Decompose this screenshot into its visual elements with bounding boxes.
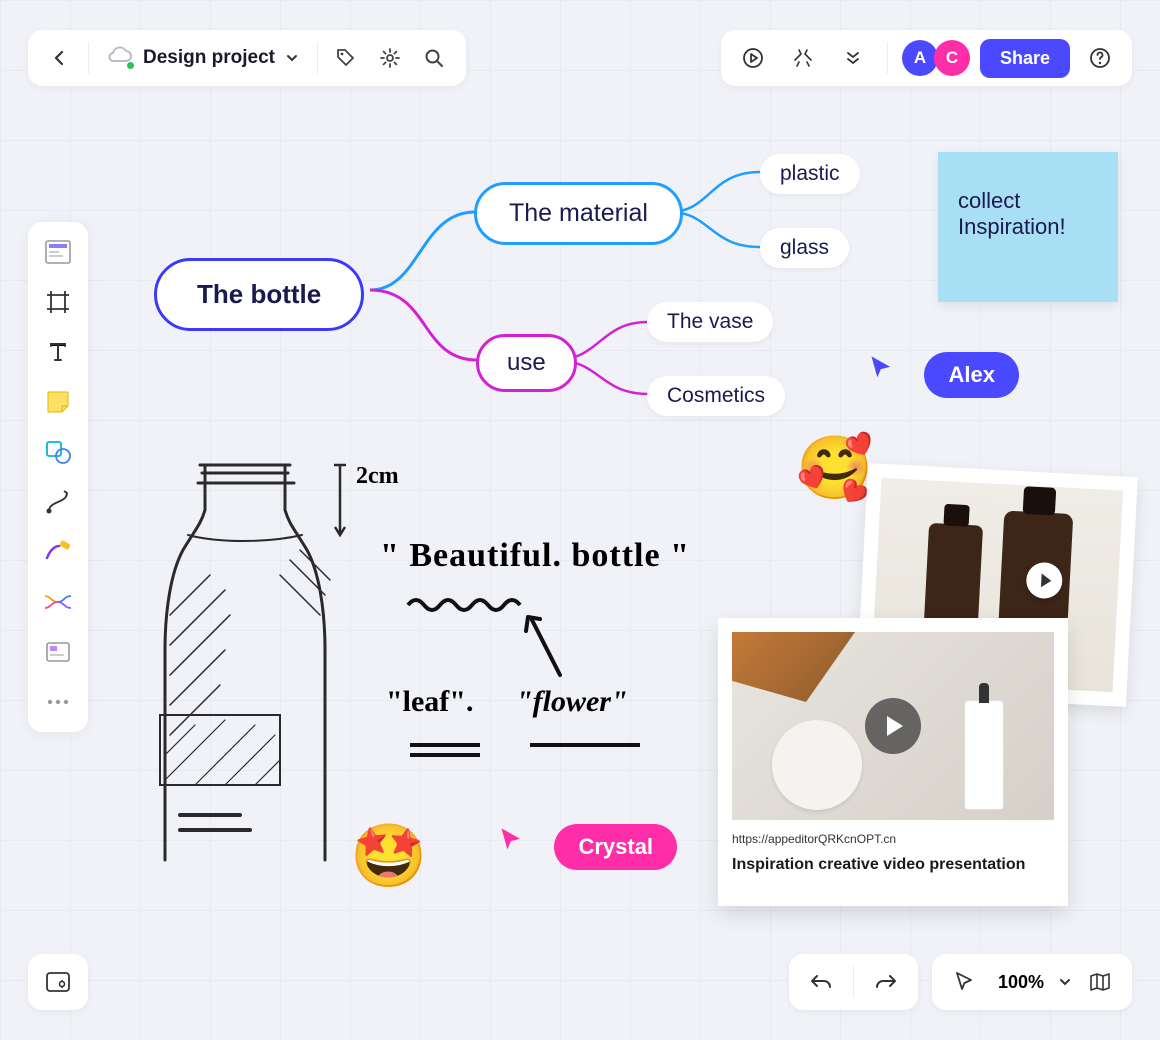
bottle-sketch — [140, 445, 700, 905]
more-tools[interactable] — [36, 680, 80, 724]
present-button[interactable] — [733, 38, 773, 78]
cursor-alex: Alex — [868, 352, 1019, 398]
divider — [88, 42, 89, 74]
mindmap-leaf-plastic[interactable]: plastic — [760, 154, 860, 194]
minimap-button[interactable] — [28, 954, 88, 1010]
avatar-c[interactable]: C — [934, 40, 970, 76]
cloud-icon — [107, 45, 133, 71]
sticky-note[interactable]: collect Inspiration! — [938, 152, 1118, 302]
search-button[interactable] — [414, 38, 454, 78]
frame-tool[interactable] — [36, 280, 80, 324]
tag-button[interactable] — [326, 38, 366, 78]
chevron-down-icon — [285, 51, 299, 65]
video-card[interactable]: https://appeditorQRKcnOPT.cn Inspiration… — [718, 618, 1068, 906]
card-tool[interactable] — [36, 630, 80, 674]
topbar-left: Design project — [28, 30, 466, 86]
mindmap-tool[interactable] — [36, 580, 80, 624]
mindmap-node-material[interactable]: The material — [474, 182, 683, 245]
project-title: Design project — [143, 47, 275, 69]
back-button[interactable] — [40, 38, 80, 78]
handwriting-flower: "flower" — [516, 685, 628, 719]
mindmap-root[interactable]: The bottle — [154, 258, 364, 331]
template-tool[interactable] — [36, 230, 80, 274]
connector-tool[interactable] — [36, 480, 80, 524]
cursor-icon — [868, 354, 896, 382]
help-button[interactable] — [1080, 38, 1120, 78]
video-card-url: https://appeditorQRKcnOPT.cn — [732, 832, 1054, 846]
video-card-title: Inspiration creative video presentation — [732, 856, 1054, 874]
mindmap-node-use[interactable]: use — [476, 334, 577, 392]
redo-button[interactable] — [866, 962, 906, 1002]
shape-tool[interactable] — [36, 430, 80, 474]
mindmap-leaf-vase[interactable]: The vase — [647, 302, 773, 342]
undo-button[interactable] — [801, 962, 841, 1002]
topbar-right: A C Share — [721, 30, 1132, 86]
avatar-a[interactable]: A — [902, 40, 938, 76]
chevron-down-icon[interactable] — [1058, 975, 1072, 989]
divider — [887, 42, 888, 74]
bottom-right-bar: 100% — [789, 954, 1132, 1010]
heart-eyes-emoji[interactable]: 🥰 — [796, 432, 873, 505]
pointer-tool[interactable] — [944, 962, 984, 1002]
sketch-area[interactable]: 2cm " Beautiful. bottle " "leaf". "flowe… — [140, 445, 700, 905]
divider — [317, 42, 318, 74]
cursor-label-alex: Alex — [924, 352, 1018, 398]
pen-tool[interactable] — [36, 530, 80, 574]
mindmap-leaf-cosmetics[interactable]: Cosmetics — [647, 376, 785, 416]
handwriting-beautiful: " Beautiful. bottle " — [380, 537, 690, 575]
mindmap-leaf-glass[interactable]: glass — [760, 228, 849, 268]
zoom-level[interactable]: 100% — [992, 972, 1050, 993]
text-tool[interactable] — [36, 330, 80, 374]
handwriting-leaf: "leaf". — [386, 685, 473, 719]
share-button[interactable]: Share — [980, 39, 1070, 78]
settings-button[interactable] — [370, 38, 410, 78]
toolbox — [28, 222, 88, 732]
sticky-note-tool[interactable] — [36, 380, 80, 424]
play-icon[interactable] — [865, 698, 921, 754]
more-menu-button[interactable] — [833, 38, 873, 78]
magic-button[interactable] — [783, 38, 823, 78]
dimension-label: 2cm — [356, 463, 399, 490]
video-card-media — [732, 632, 1054, 820]
project-selector[interactable]: Design project — [97, 45, 309, 71]
divider — [853, 966, 854, 998]
map-view-button[interactable] — [1080, 962, 1120, 1002]
